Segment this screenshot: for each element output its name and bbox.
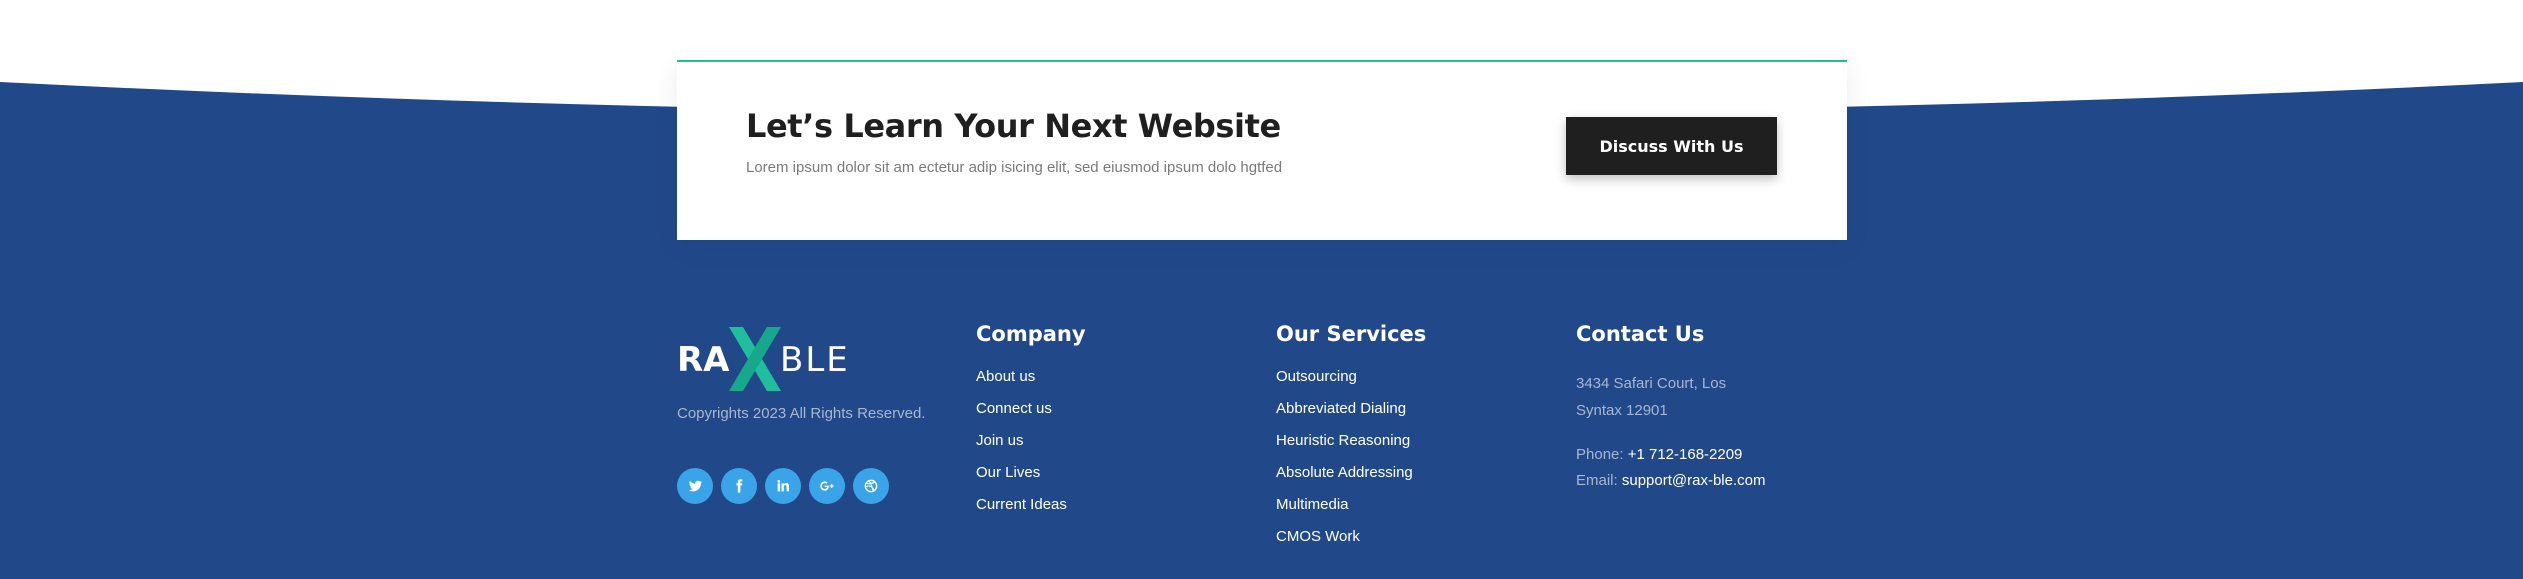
- phone-label: Phone:: [1576, 446, 1624, 463]
- social-links: [677, 468, 889, 504]
- list-item: Our Lives: [976, 464, 1067, 496]
- dribbble-link[interactable]: [853, 468, 889, 504]
- list-item: Outsourcing: [1276, 368, 1413, 400]
- cta-subtitle: Lorem ipsum dolor sit am ectetur adip is…: [746, 159, 1283, 176]
- google-plus-icon: [820, 481, 834, 491]
- contact-heading: Contact Us: [1576, 322, 1705, 346]
- company-heading: Company: [976, 322, 1086, 346]
- heuristic-reasoning-link[interactable]: Heuristic Reasoning: [1276, 432, 1410, 449]
- list-item: Heuristic Reasoning: [1276, 432, 1413, 464]
- list-item: Current Ideas: [976, 496, 1067, 528]
- address-line-1: 3434 Safari Court, Los: [1576, 375, 1727, 392]
- list-item: Multimedia: [1276, 496, 1413, 528]
- services-heading: Our Services: [1276, 322, 1427, 346]
- email-link[interactable]: support@rax-ble.com: [1622, 472, 1766, 489]
- linkedin-icon: [777, 480, 789, 492]
- join-us-link[interactable]: Join us: [976, 432, 1024, 449]
- company-links: About us Connect us Join us Our Lives Cu…: [976, 368, 1067, 528]
- cta-card: Let’s Learn Your Next Website Lorem ipsu…: [677, 60, 1847, 240]
- logo-x-mark: [729, 327, 781, 391]
- google-plus-link[interactable]: [809, 468, 845, 504]
- about-us-link[interactable]: About us: [976, 368, 1035, 385]
- email-label: Email:: [1576, 472, 1618, 489]
- cmos-work-link[interactable]: CMOS Work: [1276, 528, 1360, 545]
- copyright-text: Copyrights 2023 All Rights Reserved.: [677, 405, 926, 422]
- facebook-icon: [736, 479, 743, 493]
- connect-us-link[interactable]: Connect us: [976, 400, 1052, 417]
- list-item: Abbreviated Dialing: [1276, 400, 1413, 432]
- raxble-logo: RA BLE: [677, 327, 847, 391]
- list-item: Absolute Addressing: [1276, 464, 1413, 496]
- dribbble-icon: [864, 479, 878, 493]
- phone-link[interactable]: +1 712-168-2209: [1628, 446, 1743, 463]
- discuss-with-us-button[interactable]: Discuss With Us: [1566, 117, 1777, 175]
- list-item: About us: [976, 368, 1067, 400]
- contact-address: 3434 Safari Court, Los Syntax 12901: [1576, 370, 1726, 424]
- cta-title: Let’s Learn Your Next Website: [746, 107, 1281, 145]
- multimedia-link[interactable]: Multimedia: [1276, 496, 1349, 513]
- current-ideas-link[interactable]: Current Ideas: [976, 496, 1067, 513]
- linkedin-link[interactable]: [765, 468, 801, 504]
- our-lives-link[interactable]: Our Lives: [976, 464, 1040, 481]
- list-item: CMOS Work: [1276, 528, 1413, 560]
- services-links: Outsourcing Abbreviated Dialing Heuristi…: [1276, 368, 1413, 560]
- list-item: Join us: [976, 432, 1067, 464]
- logo-text-left: RA: [677, 340, 730, 380]
- outsourcing-link[interactable]: Outsourcing: [1276, 368, 1357, 385]
- twitter-link[interactable]: [677, 468, 713, 504]
- facebook-link[interactable]: [721, 468, 757, 504]
- contact-phone: Phone: +1 712-168-2209: [1576, 446, 1742, 463]
- twitter-icon: [688, 480, 703, 492]
- absolute-addressing-link[interactable]: Absolute Addressing: [1276, 464, 1413, 481]
- list-item: Connect us: [976, 400, 1067, 432]
- contact-email: Email: support@rax-ble.com: [1576, 472, 1765, 489]
- address-line-2: Syntax 12901: [1576, 402, 1668, 419]
- abbreviated-dialing-link[interactable]: Abbreviated Dialing: [1276, 400, 1406, 417]
- logo-text-right: BLE: [780, 340, 847, 380]
